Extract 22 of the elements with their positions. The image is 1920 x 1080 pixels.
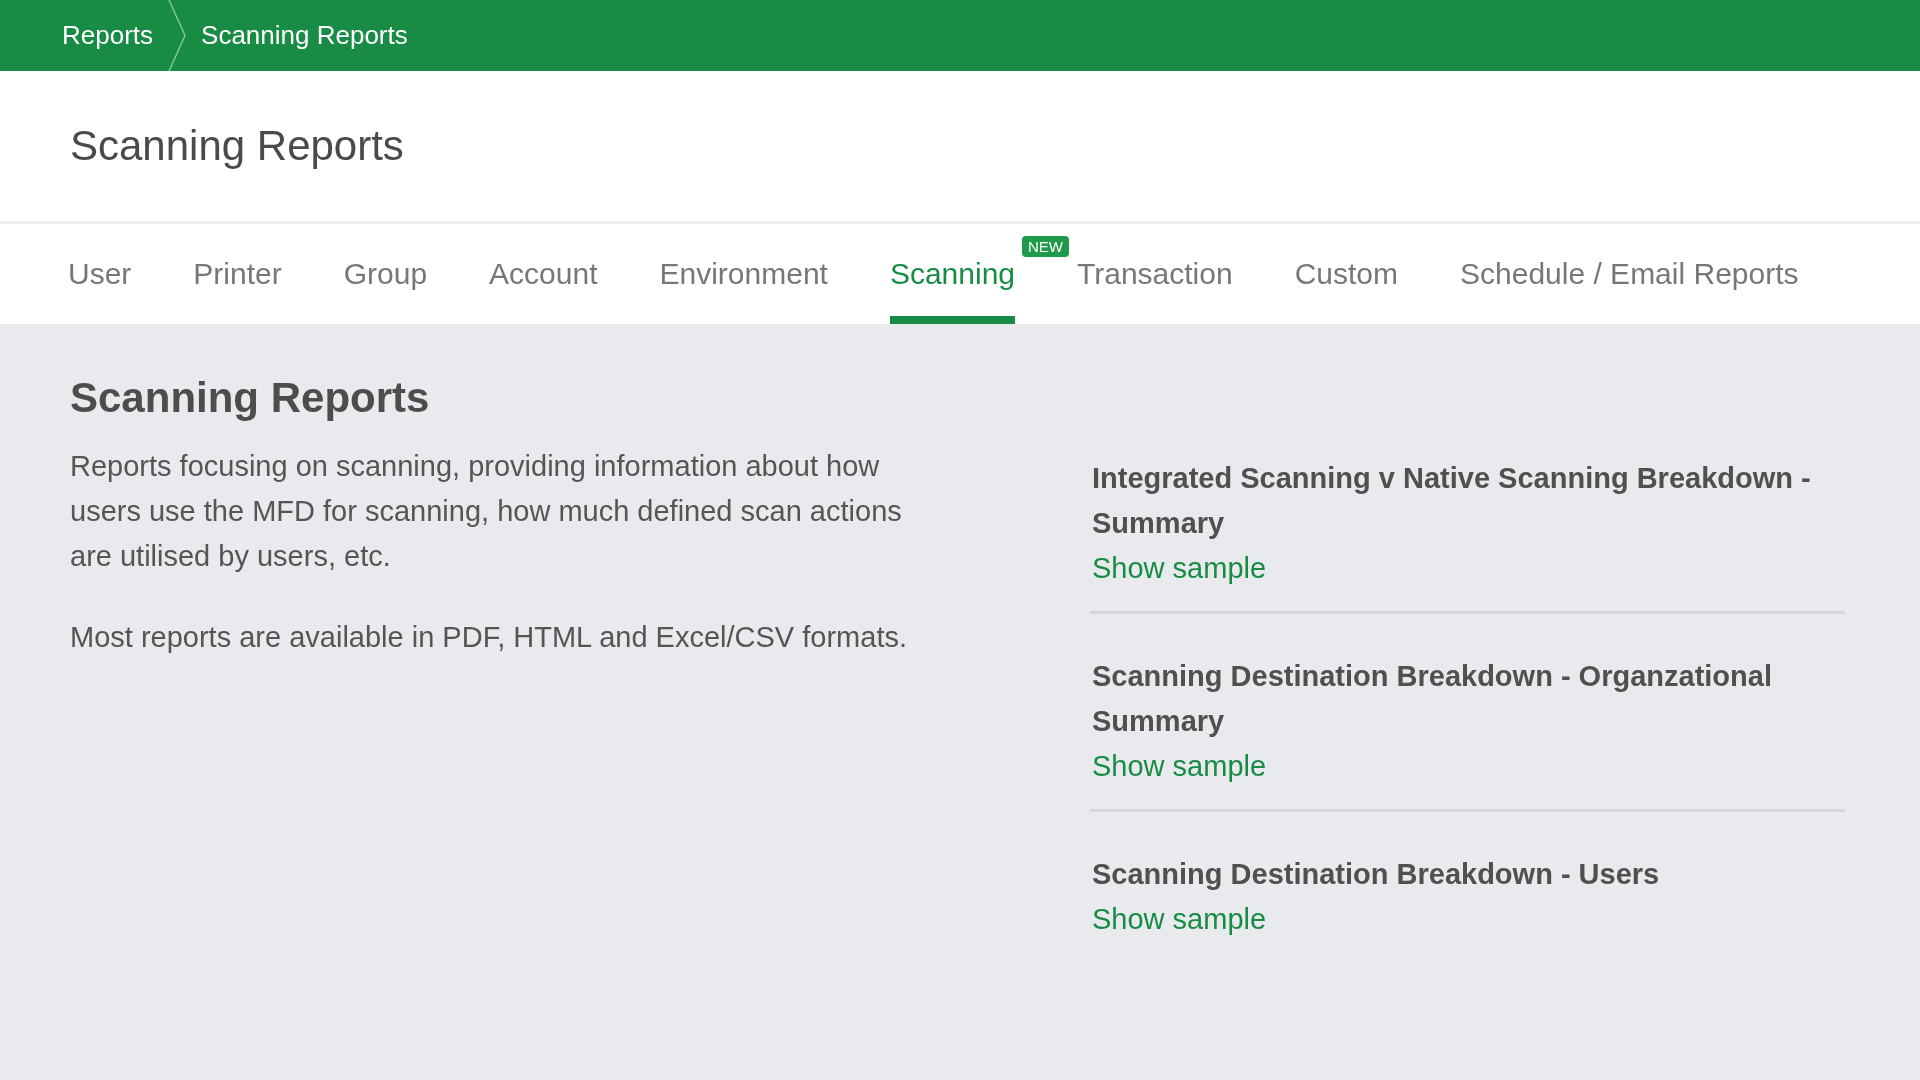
show-sample-link[interactable]: Show sample (1092, 750, 1267, 782)
report-title: Scanning Destination Breakdown - Organzational Summary (1092, 659, 1773, 739)
tab[interactable]: Schedule / Email Reports (1460, 224, 1799, 324)
breadcrumb-link[interactable]: Reports (62, 20, 154, 51)
page-title: Scanning Reports (70, 122, 404, 170)
show-sample-link[interactable]: Show sample (1092, 903, 1267, 935)
chevron-separator-icon (167, 0, 188, 71)
new-badge: NEW (1022, 236, 1070, 257)
tab[interactable]: Environment (659, 224, 828, 324)
tab[interactable]: Custom (1294, 224, 1398, 324)
report-title: Integrated Scanning v Native Scanning Breakdown - Summary (1092, 461, 1812, 541)
tab[interactable]: User (68, 224, 132, 324)
tab[interactable]: Account (489, 224, 598, 324)
tab[interactable]: Printer (193, 224, 282, 324)
description-text: Most reports are available in PDF, HTML and Excel/CSV formats. (70, 620, 908, 655)
tab[interactable]: Transaction (1077, 224, 1233, 324)
breadcrumb-link[interactable]: Scanning Reports (201, 20, 408, 51)
report-title: Scanning Destination Breakdown - Users (1092, 857, 1661, 892)
show-sample-link[interactable]: Show sample (1092, 552, 1267, 584)
description-text: Reports focusing on scanning, providing information about how users use the MFD for scanning, how much defined scan actions are utilised by users, etc. (70, 449, 903, 574)
tab[interactable]: Group (343, 224, 428, 324)
section-title: Scanning Reports (70, 374, 431, 422)
